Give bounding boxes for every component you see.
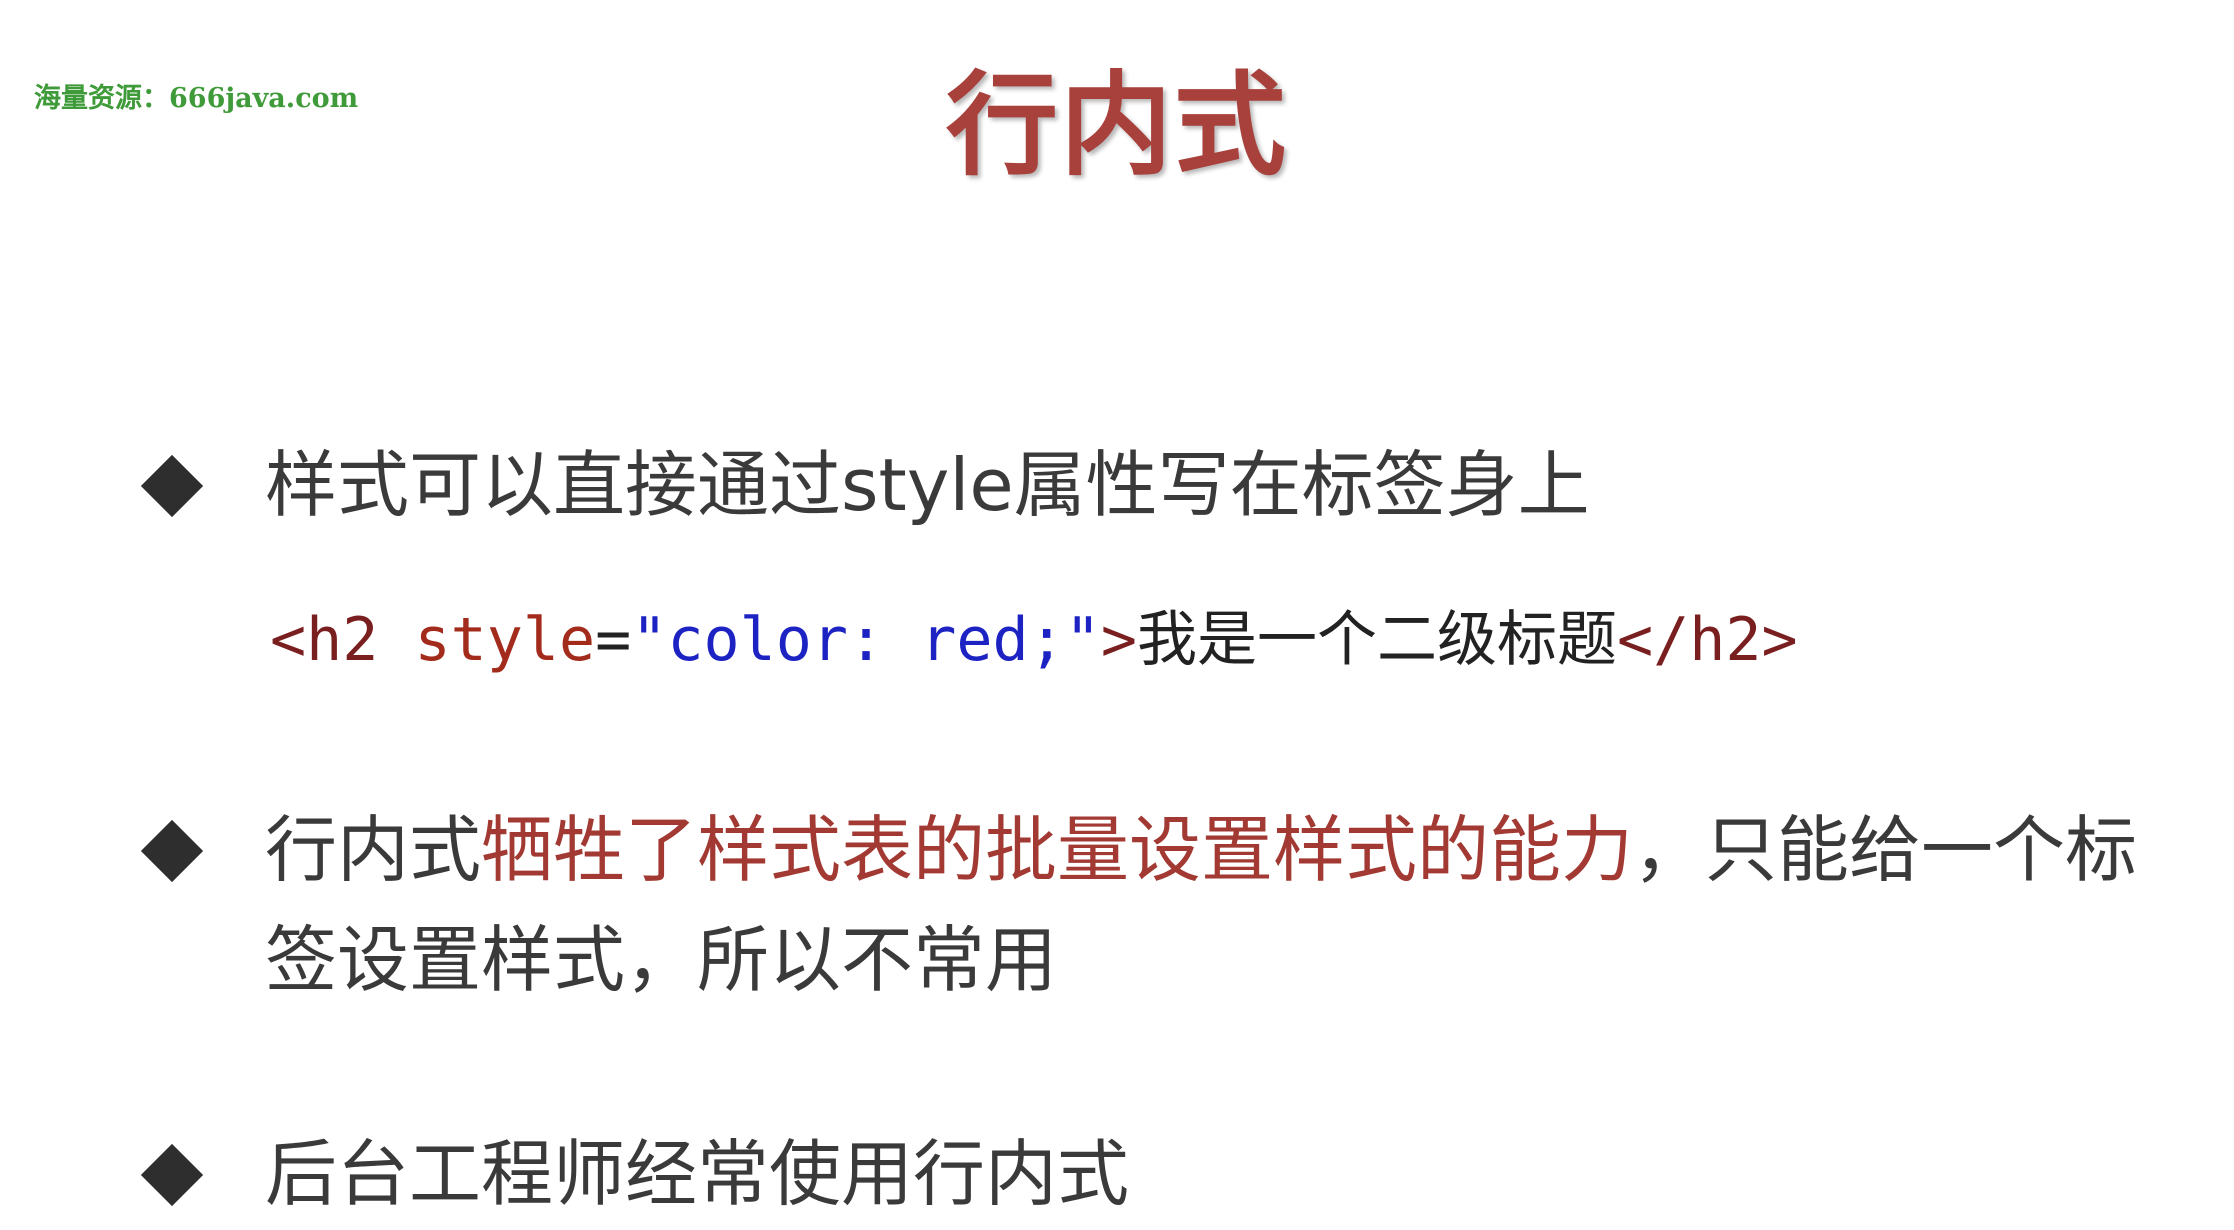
code-attr: style — [414, 605, 596, 675]
bullet-2-highlight: 牺牲了样式表的批量设置样式的能力 — [481, 808, 1634, 892]
diamond-icon — [140, 1143, 204, 1207]
slide-title: 行内式 — [946, 61, 1288, 191]
bullet-text-1: 样式可以直接通过style属性写在标签身上 — [265, 430, 2165, 540]
bullet-2-suffix: ，只能给一个标 — [1633, 808, 2138, 892]
bullet-2-line-2: 签设置样式，所以不常用 — [265, 918, 1058, 1002]
bullet-1-line: 样式可以直接通过style属性写在标签身上 — [265, 443, 1590, 527]
code-close-open: > — [1100, 605, 1137, 675]
bullet-text-2: 行内式牺牲了样式表的批量设置样式的能力，只能给一个标 签设置样式，所以不常用 — [265, 795, 2165, 1015]
bullet-2-prefix: 行内式 — [265, 808, 482, 892]
code-eq: = — [595, 605, 632, 675]
code-example: <h2 style="color: red;">我是一个二级标题</h2> — [270, 598, 1798, 682]
diamond-icon — [140, 454, 204, 518]
code-close-tag: </h2> — [1616, 605, 1798, 675]
bullet-text-3: 后台工程师经常使用行内式 — [265, 1119, 2165, 1229]
code-value: "color: red;" — [631, 605, 1101, 675]
bullet-2-line-1: 行内式牺牲了样式表的批量设置样式的能力，只能给一个标 — [265, 795, 2165, 905]
code-open-tag: <h2 — [270, 605, 379, 675]
code-content: 我是一个二级标题 — [1136, 605, 1617, 675]
diamond-icon — [140, 819, 204, 883]
bullet-3-line: 后台工程师经常使用行内式 — [265, 1132, 1130, 1216]
